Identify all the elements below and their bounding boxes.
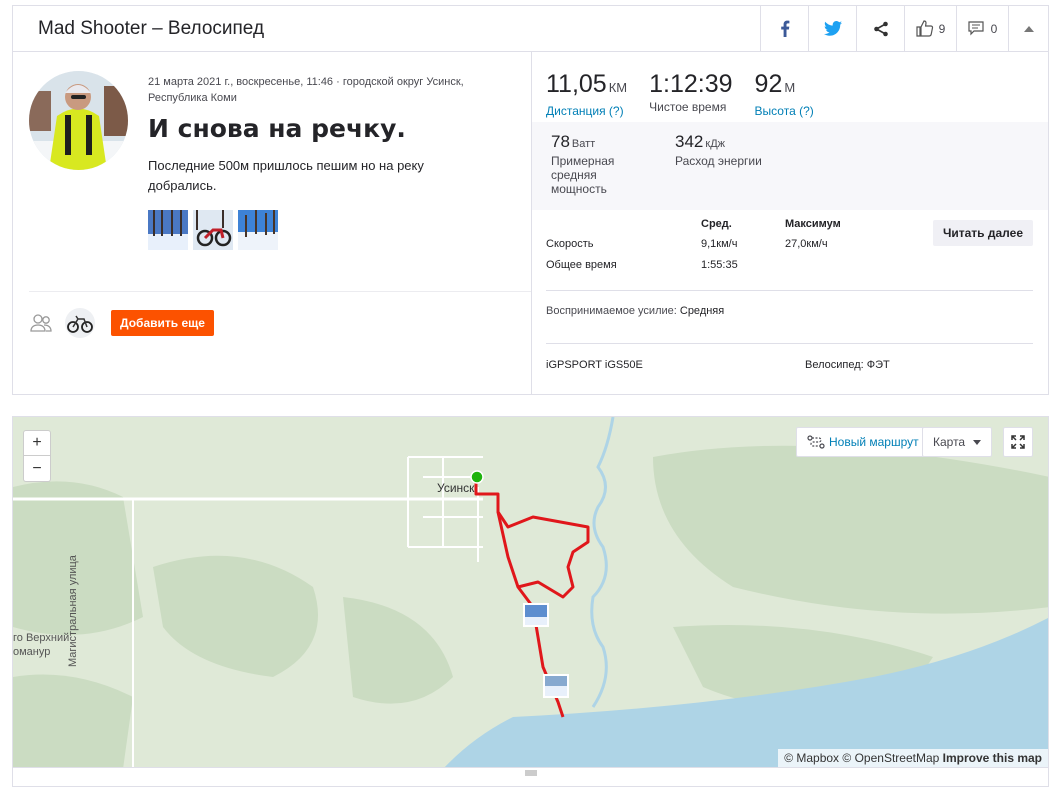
col-max-header: Максимум xyxy=(785,218,841,230)
map-type-label: Карта xyxy=(933,435,966,449)
thumbs-up-icon xyxy=(916,20,933,37)
share-icon xyxy=(873,21,888,36)
moving-time-label: Чистое время xyxy=(649,100,727,114)
osm-link[interactable]: © OpenStreetMap xyxy=(842,751,939,765)
activity-description: Последние 500м пришлось пешим но на реку… xyxy=(148,158,424,193)
photo-thumbnail[interactable] xyxy=(238,210,278,250)
stat-elevation: 92 М Высота (?) xyxy=(755,70,814,122)
twitter-share-button[interactable] xyxy=(808,5,856,52)
caret-up-icon xyxy=(1023,25,1034,32)
speed-max: 27,0км/ч xyxy=(785,238,828,250)
activity-summary: 21 марта 2021 г., воскресенье, 11:46 · г… xyxy=(13,52,531,394)
energy-value: 342 xyxy=(675,132,704,151)
route-icon xyxy=(807,435,825,449)
page-title: Mad Shooter – Велосипед xyxy=(38,17,265,39)
moving-time-value: 1:12:39 xyxy=(649,70,733,98)
divider xyxy=(29,291,531,292)
facebook-share-button[interactable] xyxy=(760,5,808,52)
map-label-left-2: оманур xyxy=(13,646,51,658)
distance-unit: КМ xyxy=(608,80,628,95)
distance-label[interactable]: Дистанция (?) xyxy=(546,104,627,118)
col-avg-header: Сред. xyxy=(701,218,732,230)
collapse-button[interactable] xyxy=(1008,5,1048,52)
effort-label: Воспринимаемое усилие: xyxy=(546,305,677,317)
comments-button[interactable]: 0 xyxy=(956,5,1008,52)
kudos-button[interactable]: 9 xyxy=(904,5,956,52)
street-name: Магистральная улица xyxy=(67,555,79,667)
activity-meta: 21 марта 2021 г., воскресенье, 11:46 · г… xyxy=(148,76,464,104)
map-label-town: Усинск xyxy=(437,481,475,495)
map-canvas xyxy=(13,417,1048,767)
map-type-dropdown[interactable]: Карта xyxy=(922,427,993,457)
activity-card: Mad Shooter – Велосипед 9 0 21 марта 202… xyxy=(12,5,1049,395)
elevation-label[interactable]: Высота (?) xyxy=(755,104,814,118)
activity-title: И снова на речку. xyxy=(148,114,406,143)
share-button[interactable] xyxy=(856,5,904,52)
new-route-label: Новый маршрут xyxy=(829,435,919,449)
group-icon[interactable] xyxy=(29,313,53,333)
comment-icon xyxy=(968,21,984,36)
photo-thumbnail[interactable] xyxy=(148,210,188,250)
new-route-button[interactable]: Новый маршрут xyxy=(796,427,930,457)
power-label: Примерная средняя мощность xyxy=(551,154,615,196)
activity-stats: 11,05 КМ Дистанция (?) 1:12:39 Чистое вре… xyxy=(531,52,1048,394)
map-resize-handle[interactable] xyxy=(12,768,1049,787)
energy-label: Расход энергии xyxy=(675,154,762,168)
speed-avg: 9,1км/ч xyxy=(701,238,738,250)
route-map[interactable]: + − Новый маршрут Карта Усинск Магистрал… xyxy=(12,416,1049,768)
elapsed-time-label: Общее время xyxy=(546,259,617,271)
elapsed-time-avg: 1:55:35 xyxy=(701,259,738,271)
divider xyxy=(546,290,1033,291)
fullscreen-button[interactable] xyxy=(1003,427,1033,457)
expand-icon xyxy=(1011,435,1025,449)
drag-handle-icon xyxy=(525,770,537,776)
distance-value: 11,05 xyxy=(546,70,607,98)
read-more-button[interactable]: Читать далее xyxy=(932,220,1033,246)
zoom-in-button[interactable]: + xyxy=(23,430,51,456)
speed-label: Скорость xyxy=(546,238,594,250)
facebook-icon xyxy=(780,20,789,37)
stat-power: 78 Ватт Примерная средняя мощность xyxy=(551,132,675,210)
map-attribution: © Mapbox © OpenStreetMap Improve this ma… xyxy=(778,749,1048,767)
mapbox-link[interactable]: © Mapbox xyxy=(784,751,839,765)
photo-thumbnail[interactable] xyxy=(193,210,233,250)
improve-map-link[interactable]: Improve this map xyxy=(943,751,1042,765)
secondary-stats: 78 Ватт Примерная средняя мощность 342 кДж… xyxy=(532,122,1048,210)
elevation-value: 92 xyxy=(754,70,783,98)
add-more-button[interactable]: Добавить еще xyxy=(111,310,214,336)
stat-energy: 342 кДж Расход энергии xyxy=(675,132,799,210)
zoom-out-button[interactable]: − xyxy=(23,456,51,482)
stat-moving-time: 1:12:39 Чистое время xyxy=(649,70,732,122)
energy-unit: кДж xyxy=(705,138,725,150)
caret-down-icon xyxy=(973,439,982,445)
activity-header: Mad Shooter – Велосипед 9 0 xyxy=(13,5,1048,52)
gear-bike-icon[interactable] xyxy=(65,308,95,338)
comments-count: 0 xyxy=(990,21,998,36)
elevation-unit: М xyxy=(784,80,796,95)
activity-actions: Добавить еще xyxy=(29,308,214,338)
kudos-count: 9 xyxy=(938,21,946,36)
photo-thumbnails xyxy=(148,210,278,250)
athlete-photo xyxy=(29,71,128,170)
power-unit: Ватт xyxy=(571,138,596,150)
power-value: 78 xyxy=(551,132,570,151)
avatar[interactable] xyxy=(29,71,128,170)
primary-stats: 11,05 КМ Дистанция (?) 1:12:39 Чистое вре… xyxy=(532,52,1048,122)
effort-value: Средняя xyxy=(679,305,725,317)
perceived-effort: Воспринимаемое усилие: Средняя xyxy=(546,305,724,317)
map-label-left-1: го Верхний xyxy=(13,632,70,644)
bike-name: Велосипед: ФЭТ xyxy=(805,359,890,371)
stat-distance: 11,05 КМ Дистанция (?) xyxy=(546,70,627,122)
twitter-icon xyxy=(823,21,842,36)
divider xyxy=(546,343,1033,344)
device-name: iGPSPORT iGS50E xyxy=(546,359,643,371)
